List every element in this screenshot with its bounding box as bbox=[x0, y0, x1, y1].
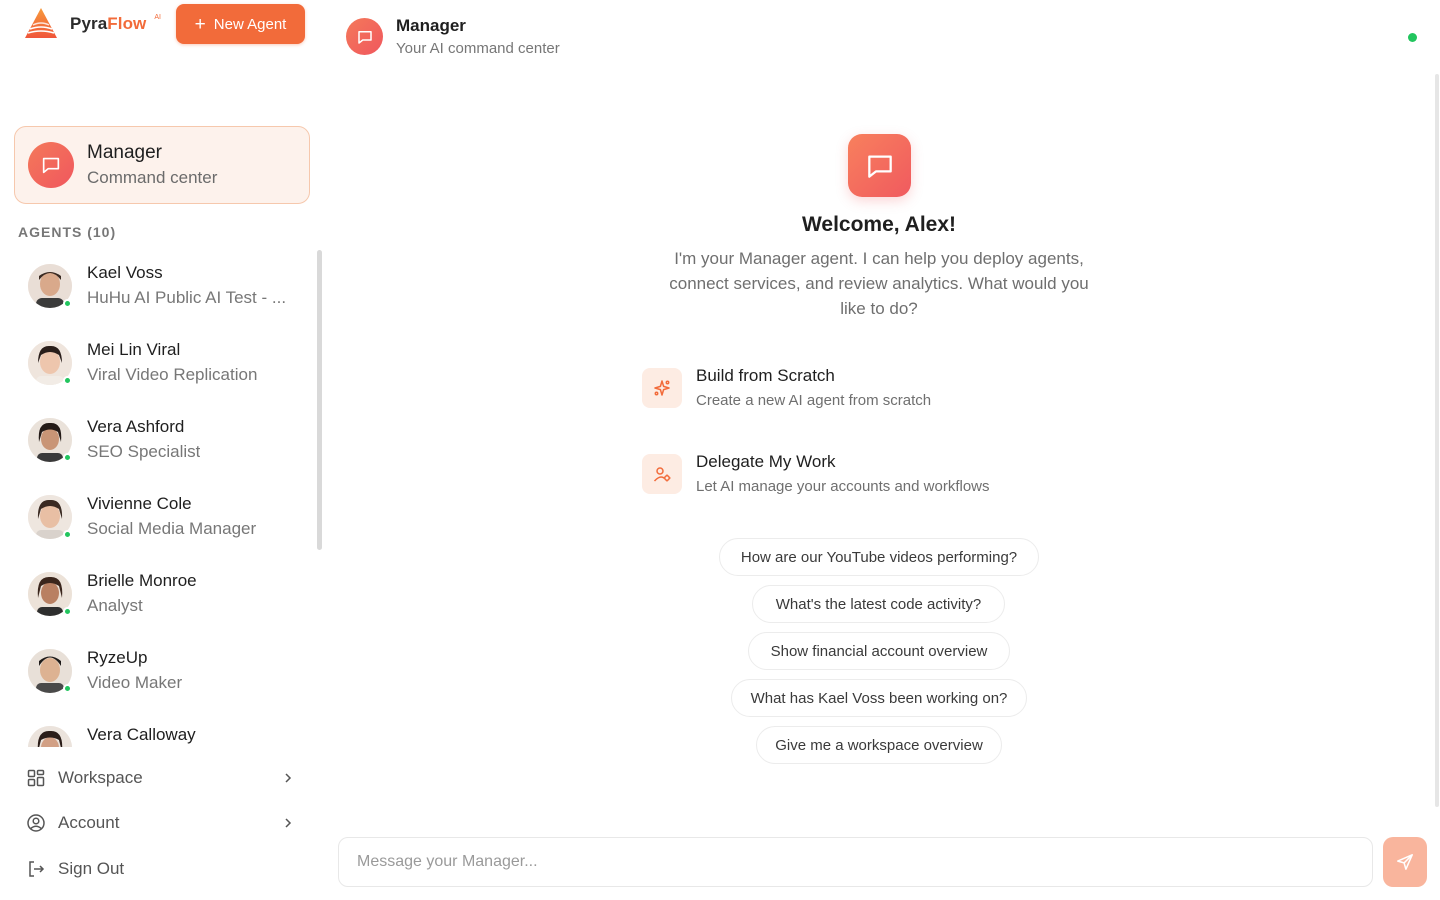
plus-icon: + bbox=[194, 13, 206, 35]
app-root: PyraFlow AI + New Agent Manager Command … bbox=[0, 0, 1440, 900]
main-panel: Manager Your AI command center Welcome, … bbox=[328, 0, 1440, 900]
manager-card-subtitle: Command center bbox=[87, 168, 218, 187]
agent-name: Mei Lin Viral bbox=[87, 340, 181, 359]
suggestion-chip[interactable]: Show financial account overview bbox=[748, 632, 1010, 670]
sidebar: PyraFlow AI + New Agent Manager Command … bbox=[0, 0, 328, 900]
agent-role: HuHu AI Public AI Test - ... bbox=[87, 288, 287, 307]
brand-ai-badge: AI bbox=[154, 13, 162, 21]
agent-list-scrollbar[interactable] bbox=[317, 250, 322, 550]
main-scrollbar[interactable] bbox=[1435, 74, 1439, 807]
manager-card-title: Manager bbox=[87, 142, 162, 163]
agent-item-mei-lin-viral[interactable]: Mei Lin Viral Viral Video Replication bbox=[0, 327, 310, 403]
online-status-dot bbox=[63, 684, 72, 693]
agent-item-ryzeup[interactable]: RyzeUp Video Maker bbox=[0, 635, 310, 711]
option-subtitle: Create a new AI agent from scratch bbox=[696, 392, 932, 409]
agent-name: RyzeUp bbox=[87, 648, 148, 667]
chat-bubble-icon bbox=[346, 18, 383, 55]
welcome-intro: I'm your Manager agent. I can help you d… bbox=[669, 249, 1089, 318]
page-subtitle: Your AI command center bbox=[396, 40, 560, 57]
agent-item-vera-ashford[interactable]: Vera Ashford SEO Specialist bbox=[0, 404, 310, 480]
sidebar-item-workspace[interactable]: Workspace bbox=[0, 758, 320, 798]
agent-name: Kael Voss bbox=[87, 263, 163, 282]
manager-card[interactable]: Manager Command center bbox=[14, 126, 310, 204]
suggestion-chip[interactable]: What has Kael Voss been working on? bbox=[731, 679, 1027, 717]
online-status-dot bbox=[63, 376, 72, 385]
chat-bubble-icon bbox=[848, 134, 911, 197]
chevron-right-icon bbox=[285, 818, 292, 828]
send-icon bbox=[1397, 854, 1413, 870]
message-input[interactable] bbox=[339, 838, 1372, 886]
agent-name: Vivienne Cole bbox=[87, 494, 192, 513]
message-composer bbox=[338, 837, 1373, 887]
agent-role: Analyst bbox=[87, 596, 143, 615]
chat-bubble-icon bbox=[28, 142, 74, 188]
option-subtitle: Let AI manage your accounts and workflow… bbox=[696, 478, 990, 495]
agent-item-vera-calloway[interactable]: Vera Calloway bbox=[0, 712, 310, 747]
new-agent-button[interactable]: + New Agent bbox=[176, 4, 305, 44]
agent-list: Kael Voss HuHu AI Public AI Test - ... M… bbox=[0, 250, 316, 747]
brand[interactable]: PyraFlow AI bbox=[22, 4, 161, 44]
sign-out-label: Sign Out bbox=[58, 859, 125, 878]
new-agent-label: New Agent bbox=[213, 15, 287, 33]
pyraflow-logo-icon bbox=[25, 8, 57, 38]
suggestion-chip[interactable]: How are our YouTube videos performing? bbox=[719, 538, 1039, 576]
chevron-right-icon bbox=[285, 773, 292, 783]
suggestion-chip[interactable]: What's the latest code activity? bbox=[752, 585, 1005, 623]
agent-item-kael-voss[interactable]: Kael Voss HuHu AI Public AI Test - ... bbox=[0, 250, 310, 326]
sparkle-icon bbox=[642, 368, 682, 408]
online-status-dot bbox=[63, 607, 72, 616]
agent-name: Brielle Monroe bbox=[87, 571, 197, 590]
agent-role: Video Maker bbox=[87, 673, 183, 692]
agent-name: Vera Calloway bbox=[87, 725, 196, 744]
option-delegate-my-work[interactable]: Delegate My Work Let AI manage your acco… bbox=[642, 450, 1062, 510]
sign-out-icon bbox=[29, 861, 45, 877]
option-title: Build from Scratch bbox=[696, 366, 835, 385]
agent-item-vivienne-cole[interactable]: Vivienne Cole Social Media Manager bbox=[0, 481, 310, 557]
agent-item-brielle-monroe[interactable]: Brielle Monroe Analyst bbox=[0, 558, 310, 634]
agent-role: SEO Specialist bbox=[87, 442, 201, 461]
online-status-dot bbox=[63, 530, 72, 539]
agent-name: Vera Ashford bbox=[87, 417, 185, 436]
user-circle-icon bbox=[27, 814, 45, 832]
option-title: Delegate My Work bbox=[696, 452, 836, 471]
account-label: Account bbox=[58, 813, 120, 832]
sidebar-item-sign-out[interactable]: Sign Out bbox=[0, 849, 320, 889]
online-status-dot bbox=[63, 453, 72, 462]
online-status-dot bbox=[63, 299, 72, 308]
welcome-title: Welcome, Alex! bbox=[801, 213, 957, 236]
agent-role: Viral Video Replication bbox=[87, 365, 258, 384]
online-status-dot bbox=[1408, 33, 1417, 42]
suggestion-chip[interactable]: Give me a workspace overview bbox=[756, 726, 1002, 764]
avatar bbox=[28, 726, 72, 747]
grid-icon bbox=[27, 769, 45, 787]
brand-name: PyraFlow bbox=[70, 14, 147, 33]
sidebar-item-account[interactable]: Account bbox=[0, 803, 320, 843]
option-build-from-scratch[interactable]: Build from Scratch Create a new AI agent… bbox=[642, 364, 1062, 424]
chat-header: Manager Your AI command center bbox=[328, 0, 1440, 74]
workspace-label: Workspace bbox=[58, 768, 143, 787]
page-title: Manager bbox=[396, 16, 466, 35]
agent-role: Social Media Manager bbox=[87, 519, 257, 538]
user-cog-icon bbox=[642, 454, 682, 494]
send-button[interactable] bbox=[1383, 837, 1427, 887]
agents-section-label: AGENTS (10) bbox=[18, 224, 117, 240]
